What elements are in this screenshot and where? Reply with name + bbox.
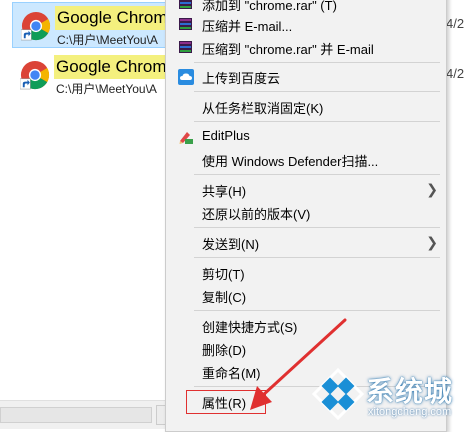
menu-item-label: EditPlus <box>202 128 250 143</box>
menu-item-label: 发送到(N) <box>202 237 260 252</box>
file-date: 4/2 <box>446 16 465 31</box>
menu-item-baidu-upload[interactable]: 上传到百度云 <box>166 66 446 88</box>
menu-item-label: 压缩并 E-mail... <box>202 19 293 34</box>
file-name: Google Chrome <box>55 6 180 30</box>
menu-item-label: 剪切(T) <box>202 267 245 282</box>
menu-item-editplus[interactable]: EditPlus <box>166 126 446 148</box>
menu-item-label: 共享(H) <box>202 184 247 199</box>
menu-item-unpin-taskbar[interactable]: 从任务栏取消固定(K) <box>166 96 446 118</box>
file-date: 4/2 <box>446 66 465 81</box>
menu-separator <box>194 121 440 122</box>
menu-item-label: 复制(C) <box>202 290 247 305</box>
watermark-url: xitongcheng.com <box>368 406 452 418</box>
menu-item-label: 使用 Windows Defender扫描... <box>202 154 379 169</box>
scrollbar-thumb[interactable] <box>0 407 152 423</box>
menu-item-restore-versions[interactable]: 还原以前的版本(V) <box>166 202 446 224</box>
file-path: C:\用户\MeetYou\A <box>57 33 158 47</box>
menu-separator <box>194 174 440 175</box>
menu-item-label: 上传到百度云 <box>202 71 281 86</box>
menu-item-send-to[interactable]: 发送到(N) ❯ <box>166 232 446 254</box>
file-name: Google Chrome <box>54 55 179 79</box>
winrar-icon <box>178 40 194 56</box>
watermark: 系统城 xitongcheng.com <box>304 362 467 428</box>
menu-separator <box>194 310 440 311</box>
menu-item-add-to-rar[interactable]: 添加到 "chrome.rar" (T) <box>166 0 446 15</box>
watermark-logo-icon <box>311 367 365 421</box>
chrome-icon <box>20 60 50 90</box>
menu-separator <box>194 62 440 63</box>
editplus-icon <box>179 132 193 144</box>
menu-item-copy[interactable]: 复制(C) <box>166 285 446 307</box>
winrar-icon <box>178 0 194 12</box>
menu-item-label: 压缩到 "chrome.rar" 并 E-mail <box>202 42 374 57</box>
menu-item-defender-scan[interactable]: 使用 Windows Defender扫描... <box>166 149 446 171</box>
menu-separator <box>194 257 440 258</box>
watermark-title: 系统城 <box>366 376 454 407</box>
menu-item-share[interactable]: 共享(H) ❯ <box>166 179 446 201</box>
menu-item-label: 从任务栏取消固定(K) <box>202 101 324 116</box>
menu-item-cut[interactable]: 剪切(T) <box>166 262 446 284</box>
chevron-right-icon: ❯ <box>426 181 438 197</box>
file-path: C:\用户\MeetYou\A <box>56 82 157 96</box>
menu-item-label: 还原以前的版本(V) <box>202 207 311 222</box>
winrar-icon <box>178 17 194 33</box>
menu-item-compress-email[interactable]: 压缩并 E-mail... <box>166 14 446 36</box>
menu-separator <box>194 227 440 228</box>
menu-item-compress-to-rar-email[interactable]: 压缩到 "chrome.rar" 并 E-mail <box>166 37 446 59</box>
baidu-cloud-icon <box>178 69 194 85</box>
chrome-icon <box>21 11 51 41</box>
menu-separator <box>194 91 440 92</box>
chevron-right-icon: ❯ <box>426 234 438 250</box>
menu-item-label: 添加到 "chrome.rar" (T) <box>202 0 337 13</box>
